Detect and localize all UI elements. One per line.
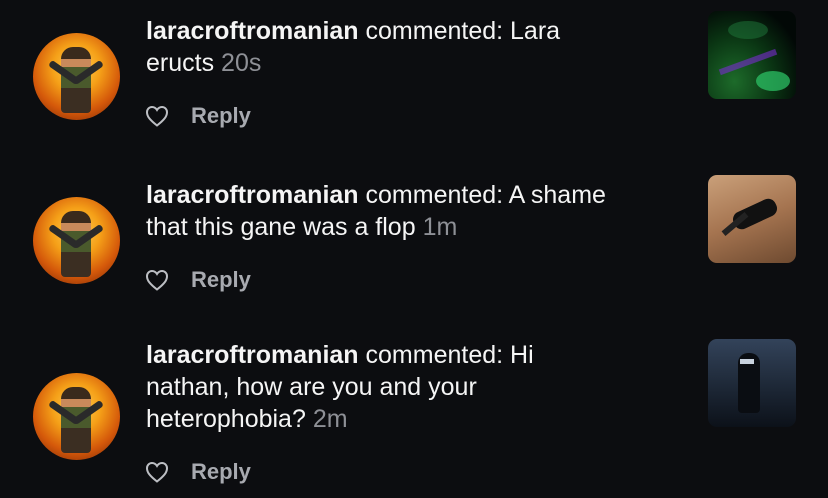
timestamp: 20s bbox=[221, 49, 262, 77]
comment-body: Lara bbox=[510, 17, 561, 45]
heart-outline-icon[interactable] bbox=[145, 105, 169, 127]
heart-outline-icon[interactable] bbox=[145, 269, 169, 291]
timestamp: 2m bbox=[312, 405, 348, 433]
reply-button[interactable]: Reply bbox=[191, 103, 251, 129]
thumbnail-detail bbox=[728, 21, 768, 39]
comment-body: A shame bbox=[508, 181, 606, 209]
comment-body: nathan, how are you and your bbox=[146, 373, 477, 401]
avatar[interactable] bbox=[33, 373, 120, 460]
thumbnail-detail bbox=[730, 196, 780, 232]
post-thumbnail[interactable] bbox=[708, 175, 796, 263]
comment-text: laracroftromanian commented: A shame tha… bbox=[146, 179, 686, 243]
reply-button[interactable]: Reply bbox=[191, 459, 251, 485]
comment-text: laracroftromanian commented: Hi nathan, … bbox=[146, 339, 686, 435]
comment-action: commented: bbox=[358, 17, 511, 45]
post-thumbnail[interactable] bbox=[708, 11, 796, 99]
username[interactable]: laracroftromanian bbox=[146, 17, 359, 45]
comment-body: heterophobia? bbox=[146, 405, 306, 433]
thumbnail-detail bbox=[756, 71, 790, 91]
comment-body: Hi bbox=[510, 341, 534, 369]
comment-body: that this gane was a flop bbox=[146, 213, 416, 241]
reply-button[interactable]: Reply bbox=[191, 267, 251, 293]
comment-text: laracroftromanian commented: Lara eructs… bbox=[146, 15, 686, 79]
username[interactable]: laracroftromanian bbox=[146, 341, 359, 369]
thumbnail-detail bbox=[740, 359, 754, 364]
comment-body: eructs bbox=[146, 49, 215, 77]
post-thumbnail[interactable] bbox=[708, 339, 796, 427]
username[interactable]: laracroftromanian bbox=[146, 181, 359, 209]
timestamp: 1m bbox=[422, 213, 458, 241]
comment-action: commented: bbox=[358, 341, 511, 369]
heart-outline-icon[interactable] bbox=[145, 461, 169, 483]
avatar[interactable] bbox=[33, 33, 120, 120]
comment-action: commented: bbox=[358, 181, 509, 209]
avatar[interactable] bbox=[33, 197, 120, 284]
